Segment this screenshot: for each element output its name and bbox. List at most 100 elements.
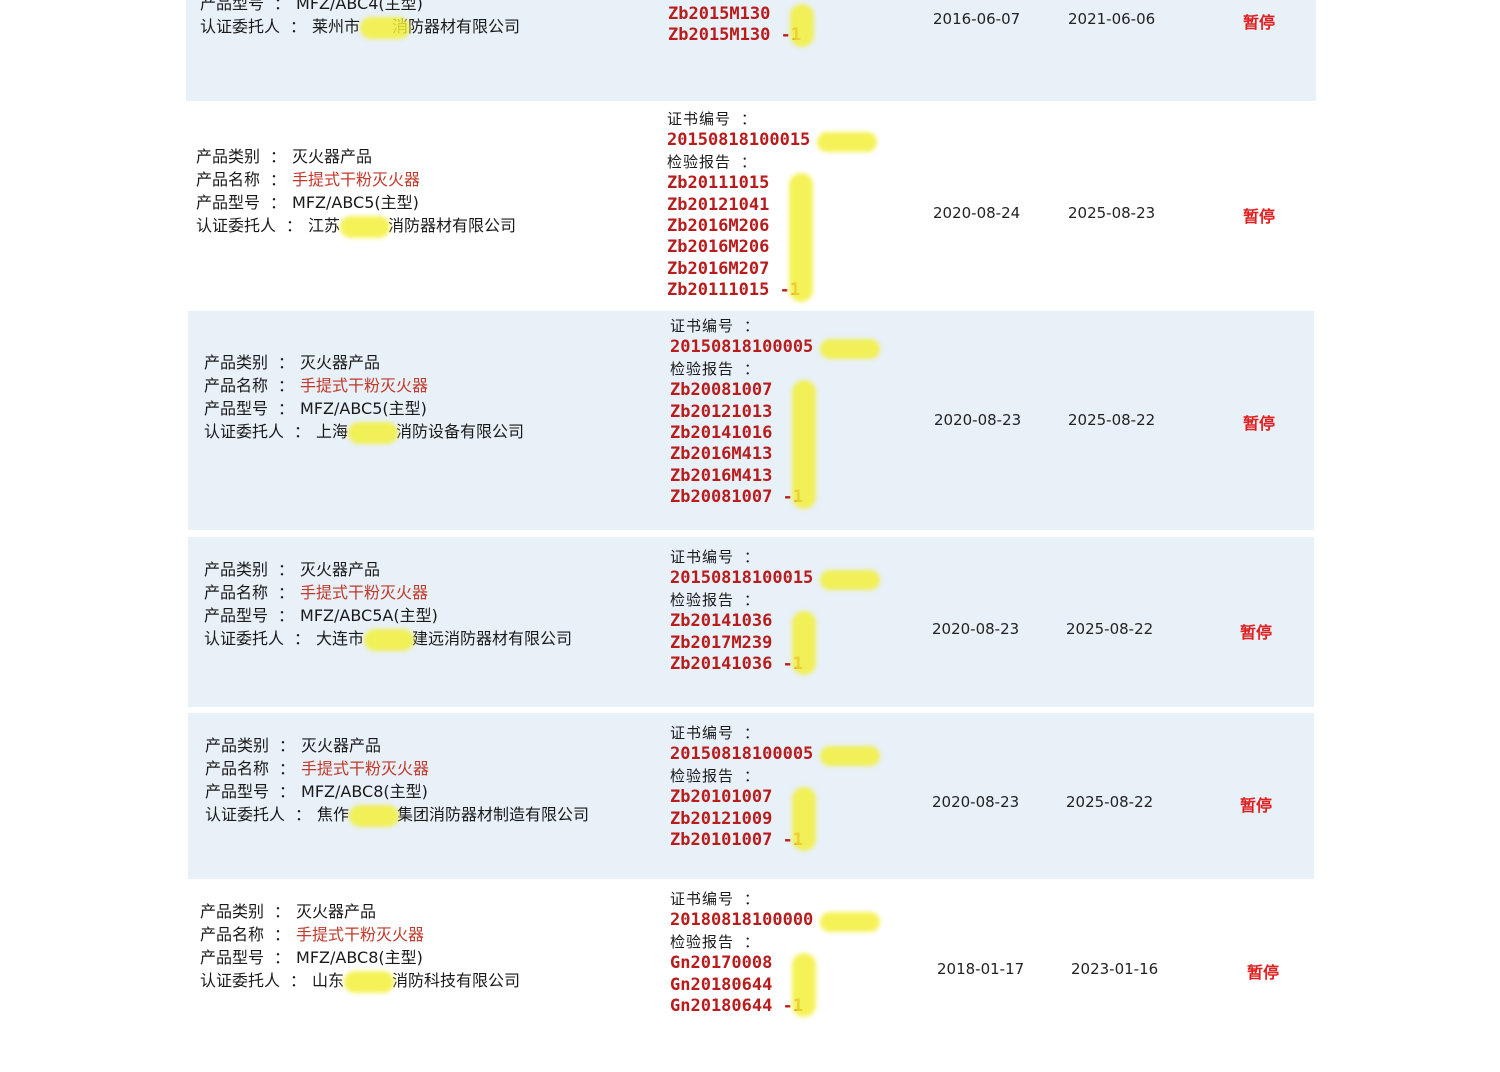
report-label: 检验报告： [670, 359, 761, 378]
report-number[interactable]: Zb2015M130 [668, 4, 801, 25]
status-badge[interactable]: 暂停 [1240, 619, 1272, 643]
status-badge[interactable]: 暂停 [1243, 9, 1275, 33]
product-model-line: 产品型号 ： MFZ/ABC8(主型) [205, 780, 589, 803]
report-label: 检验报告： [670, 932, 761, 951]
colon: ： [744, 890, 761, 908]
colon: ： [744, 724, 761, 742]
report-label: 检验报告： [670, 766, 761, 785]
redaction-mark [820, 912, 880, 933]
issue-date: 2020-08-24 [933, 204, 1021, 222]
product-applicant-label: 认证委托人 [200, 971, 281, 990]
redaction-mark [340, 216, 390, 238]
redaction-mark [792, 611, 816, 676]
cert-number[interactable]: 20150818100015 [667, 130, 810, 151]
product-model-line: 产品型号 ： MFZ/ABC4(主型) [200, 0, 520, 15]
colon: ： [274, 0, 291, 13]
report-label: 检验报告： [667, 152, 758, 171]
redaction-mark [820, 339, 880, 360]
redaction-mark [348, 422, 398, 444]
redaction-mark [792, 787, 816, 852]
colon: ： [744, 317, 761, 335]
product-name-line: 产品名称 ： 手提式干粉灭火器 [204, 581, 572, 604]
colon: ： [286, 216, 303, 235]
product-model-value: MFZ/ABC4(主型) [296, 0, 423, 13]
product-name-value[interactable]: 手提式干粉灭火器 [300, 583, 428, 602]
product-category-label: 产品类别 [205, 736, 270, 755]
report-label: 检验报告： [670, 590, 761, 609]
product-name-value[interactable]: 手提式干粉灭火器 [301, 759, 429, 778]
report-number[interactable]: Zb2015M130 -1 [668, 25, 801, 46]
redaction-mark [790, 4, 814, 47]
product-category-line: 产品类别 ： 灭火器产品 [205, 734, 589, 757]
colon: ： [295, 805, 312, 824]
product-name-line: 产品名称 ： 手提式干粉灭火器 [196, 168, 516, 191]
status-badge[interactable]: 暂停 [1243, 410, 1275, 434]
product-name-line: 产品名称 ： 手提式干粉灭火器 [204, 374, 524, 397]
colon: ： [278, 376, 295, 395]
product-category-value: 灭火器产品 [301, 736, 382, 755]
issue-date: 2020-08-23 [934, 411, 1022, 429]
product-model-line: 产品型号 ： MFZ/ABC8(主型) [200, 946, 520, 969]
product-model-line: 产品型号 ： MFZ/ABC5(主型) [204, 397, 524, 420]
product-model-value: MFZ/ABC5(主型) [292, 193, 419, 212]
product-name-value[interactable]: 手提式干粉灭火器 [300, 376, 428, 395]
product-name-value[interactable]: 手提式干粉灭火器 [296, 925, 424, 944]
product-model-label: 产品型号 [196, 193, 261, 212]
colon: ： [744, 766, 761, 785]
product-model-label: 产品型号 [200, 0, 265, 13]
cert-no-label: 证书编号： [670, 317, 761, 335]
status-badge[interactable]: 暂停 [1243, 203, 1275, 227]
redaction-mark [364, 629, 414, 651]
product-name-label: 产品名称 [204, 376, 269, 395]
colon: ： [279, 782, 296, 801]
product-name-line: 产品名称 ： 手提式干粉灭火器 [205, 757, 589, 780]
cert-no-label: 证书编号： [670, 724, 761, 742]
colon: ： [278, 560, 295, 579]
product-name-value[interactable]: 手提式干粉灭火器 [292, 170, 420, 189]
colon: ： [279, 759, 296, 778]
cert-no-label: 证书编号： [670, 548, 761, 566]
colon: ： [270, 147, 287, 166]
redaction-mark [789, 173, 813, 302]
expiry-date: 2023-01-16 [1071, 960, 1159, 978]
status-badge[interactable]: 暂停 [1247, 959, 1279, 983]
product-applicant-label: 认证委托人 [204, 629, 285, 648]
product-category-value: 灭火器产品 [292, 147, 373, 166]
product-name-line: 产品名称 ： 手提式干粉灭火器 [200, 923, 520, 946]
colon: ： [278, 353, 295, 372]
redaction-mark [344, 971, 394, 993]
product-model-value: MFZ/ABC8(主型) [301, 782, 428, 801]
issue-date: 2020-08-23 [932, 793, 1020, 811]
redaction-mark [349, 805, 399, 827]
colon: ： [741, 110, 758, 128]
product-model-value: MFZ/ABC8(主型) [296, 948, 423, 967]
colon: ： [744, 548, 761, 566]
product-name-label: 产品名称 [196, 170, 261, 189]
expiry-date: 2025-08-22 [1068, 411, 1156, 429]
certificate-block: Zb2015M130 Zb2015M130 -1 [668, 4, 801, 47]
redaction-mark [792, 953, 816, 1018]
product-category-line: 产品类别 ： 灭火器产品 [204, 351, 524, 374]
product-category-label: 产品类别 [200, 902, 265, 921]
product-model-line: 产品型号 ： MFZ/ABC5(主型) [196, 191, 516, 214]
cert-number[interactable]: 20180818100000 [670, 910, 813, 931]
product-applicant-value: 莱州市 消防器材有限公司 [312, 17, 521, 36]
cert-number[interactable]: 20150818100005 [670, 744, 813, 765]
colon: ： [274, 902, 291, 921]
redaction-mark [792, 380, 816, 509]
product-category-value: 灭火器产品 [300, 353, 381, 372]
colon: ： [290, 17, 307, 36]
cert-number[interactable]: 20150818100005 [670, 337, 813, 358]
redaction-mark [820, 570, 880, 591]
product-category-line: 产品类别 ： 灭火器产品 [204, 558, 572, 581]
status-badge[interactable]: 暂停 [1240, 792, 1272, 816]
cert-no-label: 证书编号： [670, 890, 761, 908]
issue-date: 2018-01-17 [937, 960, 1025, 978]
colon: ： [741, 152, 758, 171]
cert-number[interactable]: 20150818100015 [670, 568, 813, 589]
colon: ： [294, 422, 311, 441]
colon: ： [744, 359, 761, 378]
colon: ： [274, 925, 291, 944]
product-name-label: 产品名称 [200, 925, 265, 944]
product-applicant-value: 大连市 建远消防器材有限公司 [316, 629, 573, 648]
